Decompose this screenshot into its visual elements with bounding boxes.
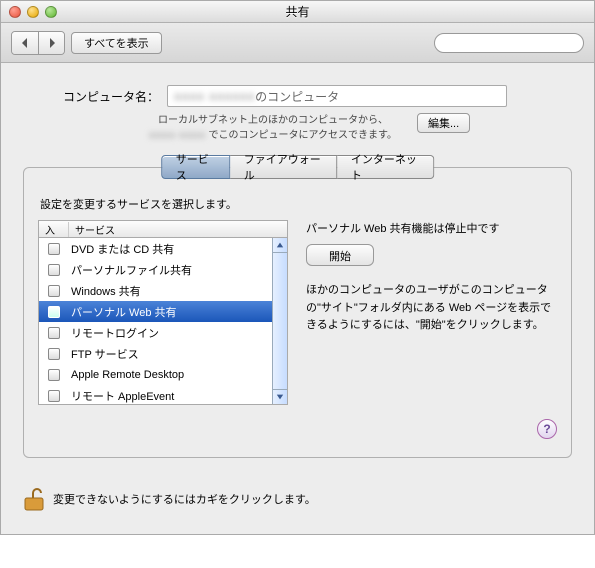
lock-open-icon[interactable] [23, 486, 45, 512]
service-row[interactable]: パーソナルファイル共有 [39, 259, 272, 280]
service-row[interactable]: DVD または CD 共有 [39, 238, 272, 259]
service-checkbox[interactable] [39, 264, 69, 276]
service-label: DVD または CD 共有 [69, 241, 272, 257]
edit-name-button[interactable]: 編集... [417, 113, 470, 133]
preferences-window: 共有 すべてを表示 コンピュータ名： aaaa aaaaaa のコンピュータ ロ… [0, 0, 595, 535]
service-label: パーソナル Web 共有 [69, 304, 272, 320]
service-row[interactable]: パーソナル Web 共有 [39, 301, 272, 322]
content-area: コンピュータ名： aaaa aaaaaa のコンピュータ ローカルサブネット上の… [1, 63, 594, 472]
service-checkbox[interactable] [39, 390, 69, 402]
computer-name-suffix: のコンピュータ [255, 88, 339, 105]
toolbar: すべてを表示 [1, 23, 594, 63]
titlebar: 共有 [1, 1, 594, 23]
service-label: FTP サービス [69, 346, 272, 362]
computer-name-label: コンピュータ名： [63, 88, 159, 105]
computer-name-row: コンピュータ名： aaaa aaaaaa のコンピュータ [63, 85, 572, 107]
computer-name-field[interactable]: aaaa aaaaaa のコンピュータ [167, 85, 507, 107]
lock-label: 変更できないようにするにはカギをクリックします。 [53, 491, 316, 507]
detail-heading: パーソナル Web 共有機能は停止中です [306, 220, 557, 236]
scroll-up-button[interactable] [273, 238, 287, 253]
service-row[interactable]: FTP サービス [39, 343, 272, 364]
scroll-down-button[interactable] [273, 389, 287, 404]
services-instruct: 設定を変更するサービスを選択します。 [40, 196, 557, 212]
window-title: 共有 [1, 3, 594, 20]
back-button[interactable] [12, 32, 38, 54]
services-groupbox: サービス ファイアウォール インターネット 設定を変更するサービスを選択します。… [23, 167, 572, 458]
col-service[interactable]: サービス [69, 222, 287, 237]
tab-firewall[interactable]: ファイアウォール [230, 155, 337, 179]
help-button[interactable]: ? [537, 419, 557, 439]
computer-name-blurred: aaaa aaaaaa [174, 89, 255, 103]
col-arrivals[interactable]: 入 [39, 222, 69, 237]
service-row[interactable]: リモート AppleEvent [39, 385, 272, 405]
service-checkbox[interactable] [39, 306, 69, 318]
service-list-body: DVD または CD 共有パーソナルファイル共有 Windows 共有パーソナル … [38, 237, 288, 405]
service-row[interactable]: リモートログイン [39, 322, 272, 343]
service-label: リモートログイン [69, 325, 272, 341]
tab-internet[interactable]: インターネット [337, 155, 434, 179]
nav-group [11, 31, 65, 55]
service-row[interactable]: Windows 共有 [39, 280, 272, 301]
help-row: ? [38, 419, 557, 439]
service-label: Windows 共有 [69, 283, 272, 299]
service-list: 入 サービス DVD または CD 共有パーソナルファイル共有 Windows 共… [38, 220, 288, 405]
service-checkbox[interactable] [39, 285, 69, 297]
service-checkbox[interactable] [39, 348, 69, 360]
service-list-header: 入 サービス [38, 220, 288, 237]
computer-name-subtext: ローカルサブネット上のほかのコンピュータから、 aaaa-aaaa でこのコンピ… [143, 113, 572, 143]
service-checkbox[interactable] [39, 243, 69, 255]
show-all-button[interactable]: すべてを表示 [71, 32, 162, 54]
service-checkbox[interactable] [39, 327, 69, 339]
forward-button[interactable] [38, 32, 64, 54]
service-label: リモート AppleEvent [69, 388, 272, 404]
service-row[interactable]: Apple Remote Desktop [39, 364, 272, 385]
search-field[interactable] [434, 33, 584, 53]
search-input[interactable] [445, 37, 587, 49]
detail-description: ほかのコンピュータのユーザがこのコンピュータの"サイト"フォルダ内にある Web… [306, 282, 557, 335]
service-detail: パーソナル Web 共有機能は停止中です 開始 ほかのコンピュータのユーザがこの… [306, 220, 557, 405]
tab-services[interactable]: サービス [161, 155, 230, 179]
service-checkbox[interactable] [39, 369, 69, 381]
service-label: パーソナルファイル共有 [69, 262, 272, 278]
start-button[interactable]: 開始 [306, 244, 374, 266]
scrollbar[interactable] [272, 238, 287, 404]
lock-row: 変更できないようにするにはカギをクリックします。 [1, 472, 594, 534]
tabs: サービス ファイアウォール インターネット [161, 155, 435, 179]
service-label: Apple Remote Desktop [69, 369, 272, 381]
